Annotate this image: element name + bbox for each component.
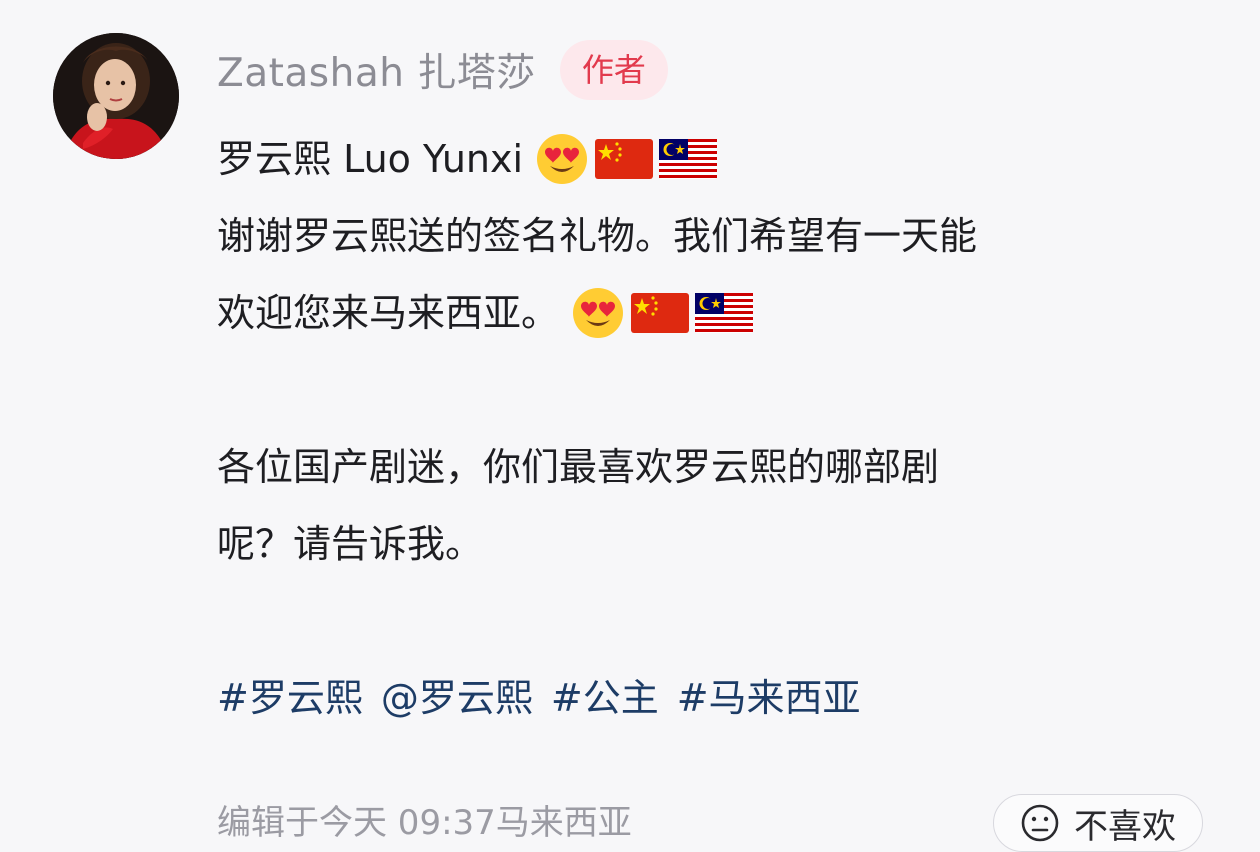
post-text-line-2: 谢谢罗云熙送的签名礼物。我们希望有一天能 <box>217 213 978 258</box>
post-line: 欢迎您来马来西亚。 <box>217 274 1217 351</box>
tag-list: #罗云熙 @罗云熙 #公主 #马来西亚 <box>217 664 861 724</box>
post-text-line-3: 欢迎您来马来西亚。 <box>217 290 560 335</box>
post-page: Zatashah 扎塔莎 作者 罗云熙 Luo Yunxi 谢谢罗云熙送的签名礼… <box>0 0 1260 852</box>
hashtag-link[interactable]: #罗云熙 <box>217 667 363 722</box>
malaysia-flag-icon <box>695 292 754 333</box>
post-line: 罗云熙 Luo Yunxi <box>217 120 1217 197</box>
post-text-line-1: 罗云熙 Luo Yunxi <box>217 136 524 181</box>
dislike-button[interactable]: 不喜欢 <box>993 794 1203 852</box>
post-line: 呢？请告诉我。 <box>217 505 1217 582</box>
edited-timestamp: 编辑于今天 09:37马来西亚 <box>217 803 632 843</box>
post-line: 各位国产剧迷，你们最喜欢罗云熙的哪部剧 <box>217 428 1217 505</box>
malaysia-flag-icon <box>659 138 718 179</box>
author-name[interactable]: Zatashah 扎塔莎 <box>217 42 536 98</box>
post-text-line-4: 各位国产剧迷，你们最喜欢罗云熙的哪部剧 <box>217 444 940 489</box>
mention-link[interactable]: @罗云熙 <box>381 667 533 722</box>
author-row: Zatashah 扎塔莎 作者 <box>217 38 668 102</box>
post-text-line-5: 呢？请告诉我。 <box>217 521 484 566</box>
china-flag-icon <box>631 292 690 333</box>
avatar-portrait-icon <box>53 33 179 159</box>
author-badge: 作者 <box>559 40 668 100</box>
emoji-group <box>535 132 718 186</box>
hashtag-link[interactable]: #马来西亚 <box>677 667 861 722</box>
post-line: 谢谢罗云熙送的签名礼物。我们希望有一天能 <box>217 197 1217 274</box>
avatar[interactable] <box>53 33 179 159</box>
heart-eyes-face-icon <box>537 133 588 184</box>
heart-eyes-face-icon <box>573 287 624 338</box>
hashtag-link[interactable]: #公主 <box>551 667 659 722</box>
china-flag-icon <box>595 138 654 179</box>
post-content: 罗云熙 Luo Yunxi 谢谢罗云熙送的签名礼物。我们希望有一天能 欢迎您来马… <box>217 120 1217 582</box>
dislike-label: 不喜欢 <box>1074 806 1176 847</box>
neutral-face-icon <box>1021 804 1059 842</box>
emoji-group <box>571 286 754 340</box>
